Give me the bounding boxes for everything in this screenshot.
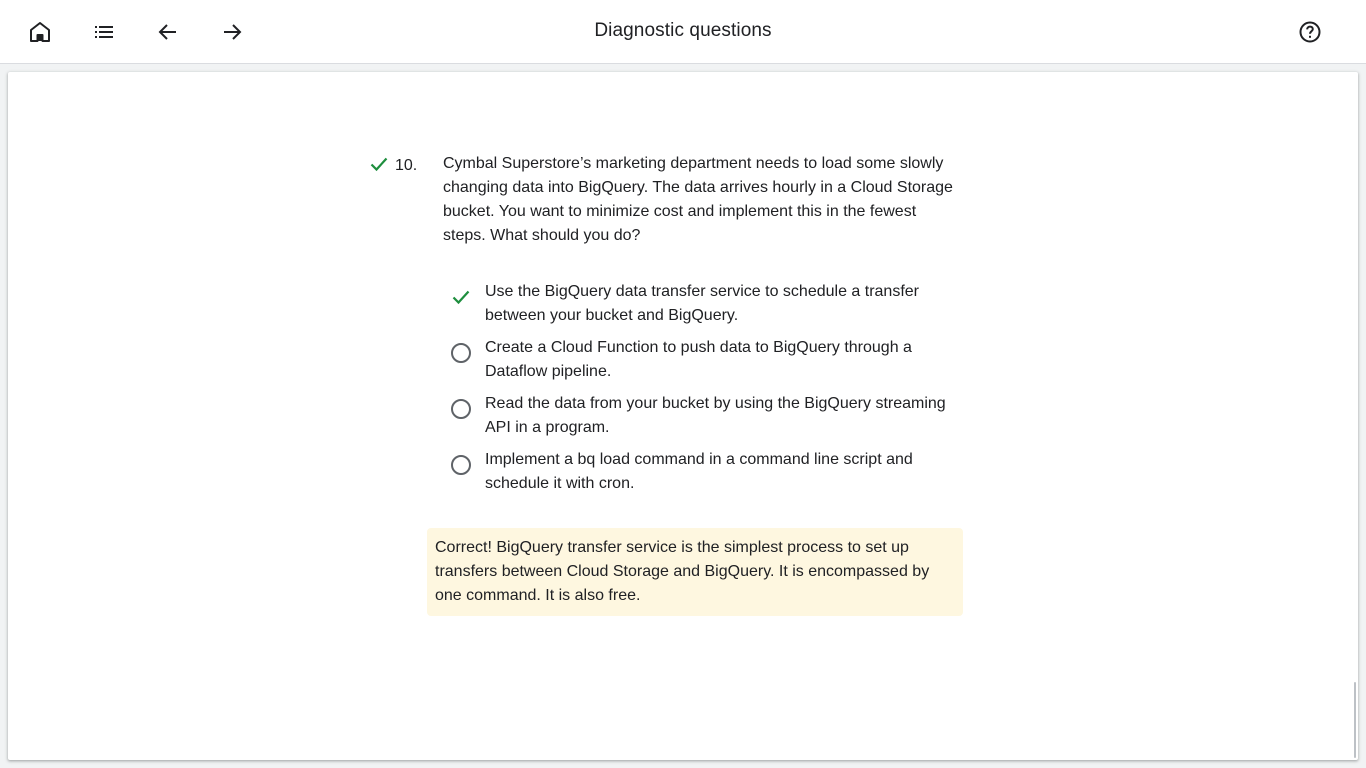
question-text: Cymbal Superstore’s marketing department… (443, 155, 953, 244)
option-marker (450, 342, 472, 364)
option-marker (450, 398, 472, 420)
scrollbar-thumb[interactable] (1354, 682, 1356, 758)
answer-option[interactable]: Create a Cloud Function to push data to … (443, 336, 963, 388)
feedback-box: Correct! BigQuery transfer service is th… (427, 528, 963, 616)
help-icon (1299, 21, 1321, 43)
option-text: Read the data from your bucket by using … (485, 395, 946, 436)
scrollbar[interactable] (1350, 72, 1358, 760)
question-number: 10. (395, 157, 418, 174)
option-marker (450, 286, 472, 308)
radio-button[interactable] (451, 399, 471, 419)
option-text: Use the BigQuery data transfer service t… (485, 283, 919, 324)
radio-button[interactable] (451, 455, 471, 475)
question-card: 10. Cymbal Superstore’s marketing depart… (8, 72, 1358, 760)
check-icon (452, 290, 470, 305)
radio-button[interactable] (451, 343, 471, 363)
top-app-bar: Diagnostic questions (0, 0, 1366, 64)
option-text: Create a Cloud Function to push data to … (485, 339, 912, 380)
answer-option[interactable]: Implement a bq load command in a command… (443, 448, 963, 500)
option-text: Implement a bq load command in a command… (485, 451, 913, 492)
check-icon (370, 157, 388, 172)
answer-option[interactable]: Use the BigQuery data transfer service t… (443, 280, 963, 332)
answer-option[interactable]: Read the data from your bucket by using … (443, 392, 963, 444)
help-button[interactable] (1290, 12, 1330, 52)
option-marker (450, 454, 472, 476)
page-title: Diagnostic questions (594, 20, 772, 41)
